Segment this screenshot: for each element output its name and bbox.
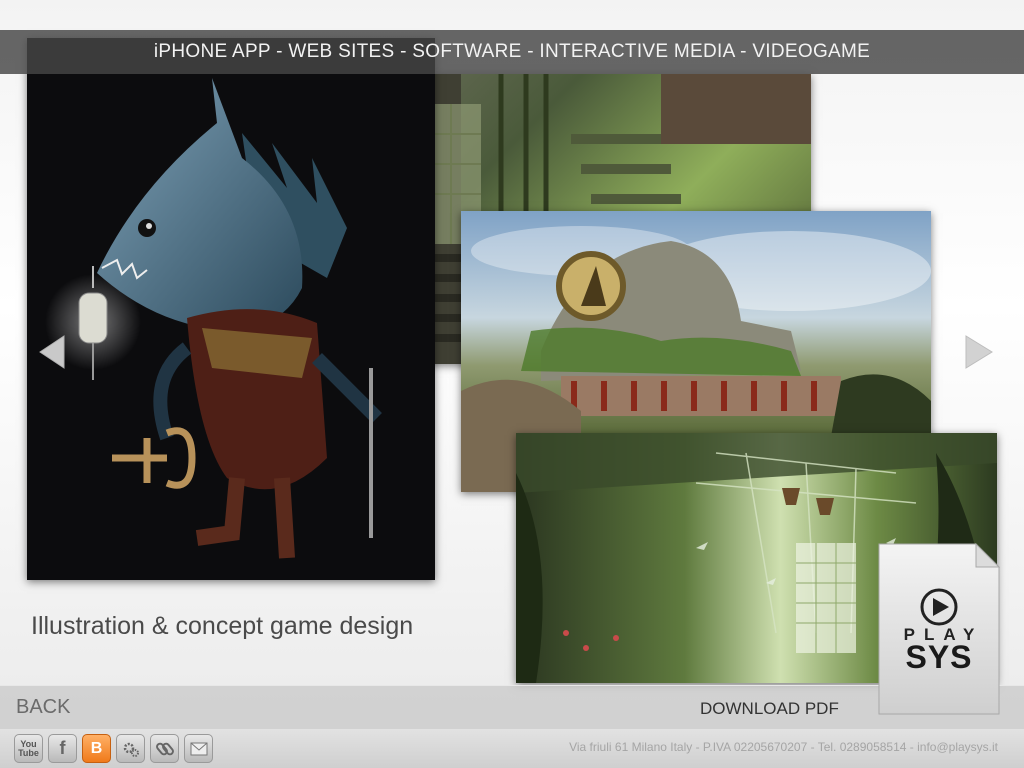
company-address: Via friuli 61 Milano Italy - P.IVA 02205…	[569, 740, 998, 754]
mail-icon[interactable]	[184, 734, 213, 763]
pdf-brand-sys: SYS	[905, 639, 973, 675]
settings-gears-icon[interactable]	[116, 734, 145, 763]
character-illustration[interactable]	[27, 38, 435, 580]
social-links: You Tube f B	[14, 734, 213, 763]
download-pdf-button[interactable]: DOWNLOAD PDF	[700, 699, 839, 719]
pdf-document-icon[interactable]: PLAY SYS	[878, 543, 1000, 715]
back-button[interactable]: BACK	[16, 696, 70, 719]
link-icon[interactable]	[150, 734, 179, 763]
top-nav-bar: iPHONE APP - WEB SITES - SOFTWARE - INTE…	[0, 30, 1024, 74]
previous-arrow-icon[interactable]	[38, 334, 66, 370]
action-bar: BACK DOWNLOAD PDF	[0, 685, 1024, 731]
next-arrow-icon[interactable]	[964, 334, 994, 370]
gallery-caption: Illustration & concept game design	[31, 612, 414, 640]
footer-bar: You Tube f B Via friuli 61 Milano Italy …	[0, 729, 1024, 768]
youtube-icon[interactable]: You Tube	[14, 734, 43, 763]
nav-menu-text[interactable]: iPHONE APP - WEB SITES - SOFTWARE - INTE…	[154, 41, 870, 63]
facebook-icon[interactable]: f	[48, 734, 77, 763]
blogger-icon[interactable]: B	[82, 734, 111, 763]
